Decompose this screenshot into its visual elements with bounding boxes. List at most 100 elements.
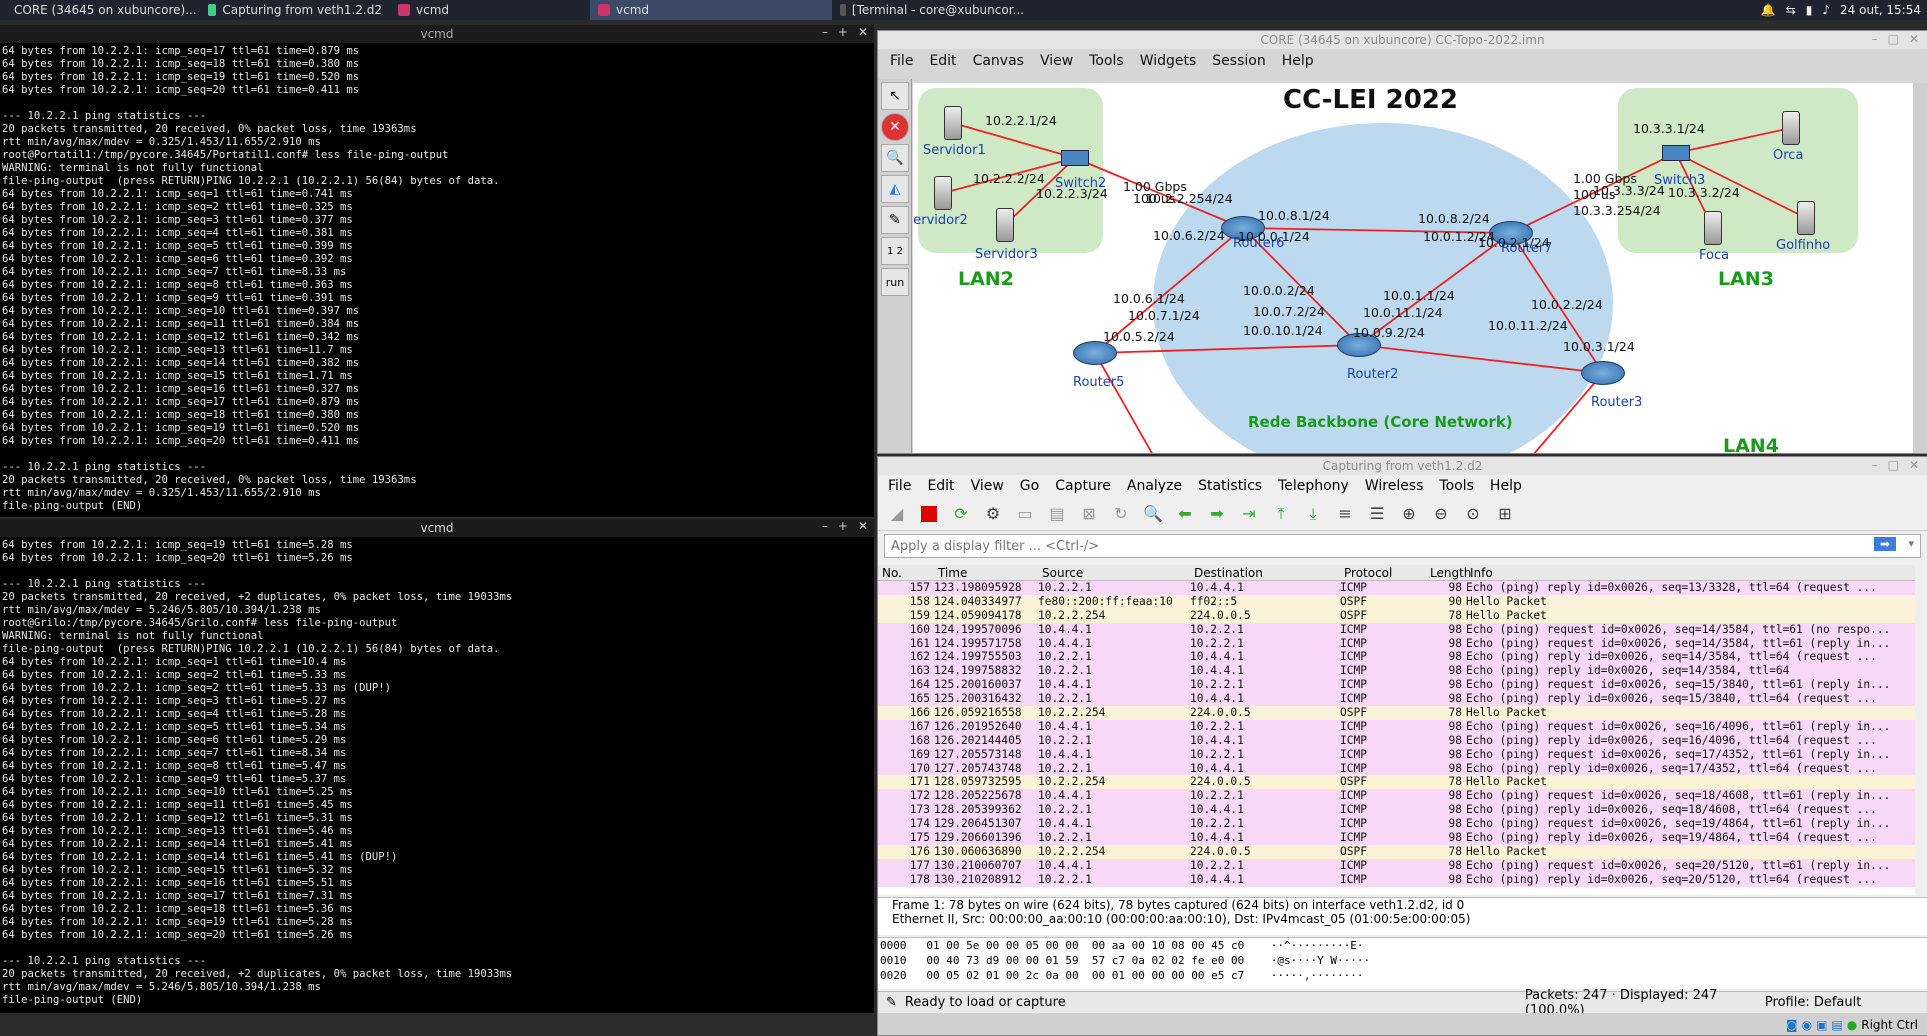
- vm-indicator-icon[interactable]: ▤: [1831, 1018, 1842, 1032]
- table-row[interactable]: 177 130.210060707 10.4.4.1 10.2.2.1 ICMP 98 Ec…: [878, 858, 1915, 873]
- filter-dropdown-icon[interactable]: ▾: [1908, 537, 1914, 550]
- table-row[interactable]: 174 129.206451307 10.4.4.1 10.2.2.1 ICMP 98 Ec…: [878, 817, 1915, 832]
- network-icon[interactable]: ⇆: [1786, 3, 1796, 17]
- detail-ethernet[interactable]: Ethernet II, Src: 00:00:00_aa:00:10 (00:…: [878, 912, 1927, 926]
- terminal-output[interactable]: 64 bytes from 10.2.2.1: icmp_seq=19 ttl=…: [0, 537, 874, 1009]
- close-icon[interactable]: ✕: [858, 26, 868, 39]
- table-row[interactable]: 168 126.202144405 10.2.2.1 10.4.4.1 ICMP 98 Ec…: [878, 733, 1915, 748]
- terminal-output[interactable]: 64 bytes from 10.2.2.1: icmp_seq=17 ttl=…: [0, 43, 874, 515]
- task-terminal[interactable]: [Terminal - core@xubuncor...: [832, 0, 1032, 20]
- menu-widgets[interactable]: Widgets: [1132, 53, 1205, 69]
- reload-file-icon[interactable]: ↻: [1108, 501, 1134, 527]
- first-packet-icon[interactable]: ⤒: [1268, 501, 1294, 527]
- topology-canvas[interactable]: CC-LEI 2022 LAN2 LAN3 LAN4 Rede Backbone (Co…: [913, 83, 1913, 453]
- minimize-icon[interactable]: –: [822, 26, 828, 39]
- packet-bytes[interactable]: 0000 01 00 5e 00 00 05 00 00 00 aa 00 10…: [878, 937, 1927, 989]
- maximize-icon[interactable]: □: [1888, 458, 1899, 472]
- switch-node-icon[interactable]: [1061, 150, 1089, 166]
- ws-menu-wireless[interactable]: Wireless: [1357, 478, 1432, 494]
- node-label[interactable]: Servidor1: [923, 143, 986, 158]
- column-no[interactable]: No.: [878, 566, 934, 580]
- table-row[interactable]: 165 125.200316432 10.2.2.1 10.4.4.1 ICMP 98 Ec…: [878, 692, 1915, 707]
- minimize-icon[interactable]: –: [1872, 32, 1878, 46]
- column-time[interactable]: Time: [934, 566, 1038, 580]
- display-filter-input[interactable]: Apply a display filter ... <Ctrl-/> ➡ ▾: [884, 534, 1921, 558]
- expert-info-icon[interactable]: ✎: [878, 995, 905, 1010]
- canvas-scrollbar[interactable]: [1913, 83, 1927, 453]
- ws-menu-tools[interactable]: Tools: [1431, 478, 1482, 494]
- table-row[interactable]: 164 125.200160037 10.4.4.1 10.2.2.1 ICMP 98 Ec…: [878, 678, 1915, 693]
- server-node-icon[interactable]: [1782, 111, 1800, 145]
- menu-session[interactable]: Session: [1204, 53, 1273, 69]
- detail-frame[interactable]: Frame 1: 78 bytes on wire (624 bits), 78…: [878, 898, 1927, 912]
- switch-node-icon[interactable]: [1662, 145, 1690, 161]
- ws-menu-file[interactable]: File: [880, 478, 919, 494]
- stop-session-icon[interactable]: ✕: [881, 113, 909, 141]
- table-row[interactable]: 166 126.059216558 10.2.2.254 224.0.0.5 OSPF 7…: [878, 706, 1915, 720]
- find-packet-icon[interactable]: 🔍: [1140, 501, 1166, 527]
- column-length[interactable]: Length: [1426, 566, 1471, 580]
- server-node-icon[interactable]: [934, 176, 952, 210]
- two-node-tool-icon[interactable]: 1 2: [881, 237, 909, 265]
- open-file-icon[interactable]: ▭: [1012, 501, 1038, 527]
- marker-tool-icon[interactable]: ✎: [881, 206, 909, 234]
- ws-menu-edit[interactable]: Edit: [919, 478, 962, 494]
- table-row[interactable]: 170 127.205743748 10.2.2.1 10.4.4.1 ICMP 98 Ec…: [878, 761, 1915, 776]
- ws-menu-go[interactable]: Go: [1012, 478, 1047, 494]
- save-file-icon[interactable]: ▤: [1044, 501, 1070, 527]
- table-row[interactable]: 160 124.199570096 10.4.4.1 10.2.2.1 ICMP 98 Ec…: [878, 622, 1915, 637]
- close-file-icon[interactable]: ⊠: [1076, 501, 1102, 527]
- server-node-icon[interactable]: [944, 106, 962, 140]
- zoom-out-icon[interactable]: ⊖: [1428, 501, 1454, 527]
- select-tool-icon[interactable]: ↖: [881, 82, 909, 110]
- minimize-icon[interactable]: –: [822, 520, 828, 533]
- table-row[interactable]: 162 124.199755503 10.2.2.1 10.4.4.1 ICMP 98 Ec…: [878, 650, 1915, 665]
- menu-tools[interactable]: Tools: [1081, 53, 1132, 69]
- maximize-icon[interactable]: +: [838, 520, 848, 533]
- start-capture-icon[interactable]: ◢: [884, 501, 910, 527]
- table-row[interactable]: 176 130.060636890 10.2.2.254 224.0.0.5 OSPF 7…: [878, 844, 1915, 859]
- node-label[interactable]: Orca: [1773, 148, 1803, 163]
- core-title-bar[interactable]: CORE (34645 on xubuncore) CC-Topo-2022.i…: [878, 31, 1927, 49]
- menu-view[interactable]: View: [1032, 53, 1081, 69]
- minimize-icon[interactable]: –: [1872, 458, 1878, 472]
- close-icon[interactable]: ✕: [858, 520, 868, 533]
- terminal-title-bar[interactable]: vcmd – + ✕: [0, 25, 874, 43]
- ws-menu-telephony[interactable]: Telephony: [1270, 478, 1357, 494]
- table-row[interactable]: 175 129.206601396 10.2.2.1 10.4.4.1 ICMP 98 Ec…: [878, 831, 1915, 845]
- last-packet-icon[interactable]: ⤓: [1300, 501, 1326, 527]
- table-row[interactable]: 172 128.205225678 10.4.4.1 10.2.2.1 ICMP 98 Ec…: [878, 789, 1915, 804]
- column-protocol[interactable]: Protocol: [1340, 566, 1426, 580]
- menu-edit[interactable]: Edit: [921, 53, 964, 69]
- zoom-tool-icon[interactable]: 🔍: [881, 144, 909, 172]
- stop-capture-icon[interactable]: [916, 501, 942, 527]
- bell-icon[interactable]: 🔔: [1761, 3, 1776, 17]
- ws-menu-view[interactable]: View: [963, 478, 1012, 494]
- server-node-icon[interactable]: [996, 208, 1014, 242]
- colorize-icon[interactable]: ☰: [1364, 501, 1390, 527]
- packet-list[interactable]: No. Time Source Destination Protocol Len…: [878, 565, 1915, 895]
- node-label[interactable]: Servidor2: [913, 213, 968, 228]
- capture-options-icon[interactable]: ⚙: [980, 501, 1006, 527]
- go-forward-icon[interactable]: ➡: [1204, 501, 1230, 527]
- node-label[interactable]: Golfinho: [1776, 238, 1830, 253]
- close-icon[interactable]: ✕: [1909, 32, 1919, 46]
- zoom-normal-icon[interactable]: ⊙: [1460, 501, 1486, 527]
- volume-icon[interactable]: ♪: [1822, 3, 1830, 17]
- go-back-icon[interactable]: ⬅: [1172, 501, 1198, 527]
- table-row[interactable]: 171 128.059732595 10.2.2.254 224.0.0.5 OSPF 7…: [878, 775, 1915, 790]
- maximize-icon[interactable]: +: [838, 26, 848, 39]
- menu-help[interactable]: Help: [1274, 53, 1322, 69]
- table-row[interactable]: 169 127.205573148 10.4.4.1 10.2.2.1 ICMP 98 Ec…: [878, 747, 1915, 762]
- node-label[interactable]: Router2: [1347, 367, 1398, 382]
- table-row[interactable]: 173 128.205399362 10.2.2.1 10.4.4.1 ICMP 98 Ec…: [878, 803, 1915, 818]
- plot-tool-icon[interactable]: ◭: [881, 175, 909, 203]
- node-label[interactable]: Router3: [1591, 395, 1642, 410]
- ws-menu-capture[interactable]: Capture: [1047, 478, 1119, 494]
- table-row[interactable]: 161 124.199571758 10.4.4.1 10.2.2.1 ICMP 98 Ec…: [878, 636, 1915, 651]
- run-tool-button[interactable]: run: [881, 268, 909, 296]
- ws-menu-statistics[interactable]: Statistics: [1190, 478, 1270, 494]
- terminal-title-bar[interactable]: vcmd – + ✕: [0, 519, 874, 537]
- ws-menu-help[interactable]: Help: [1482, 478, 1530, 494]
- restart-capture-icon[interactable]: ⟳: [948, 501, 974, 527]
